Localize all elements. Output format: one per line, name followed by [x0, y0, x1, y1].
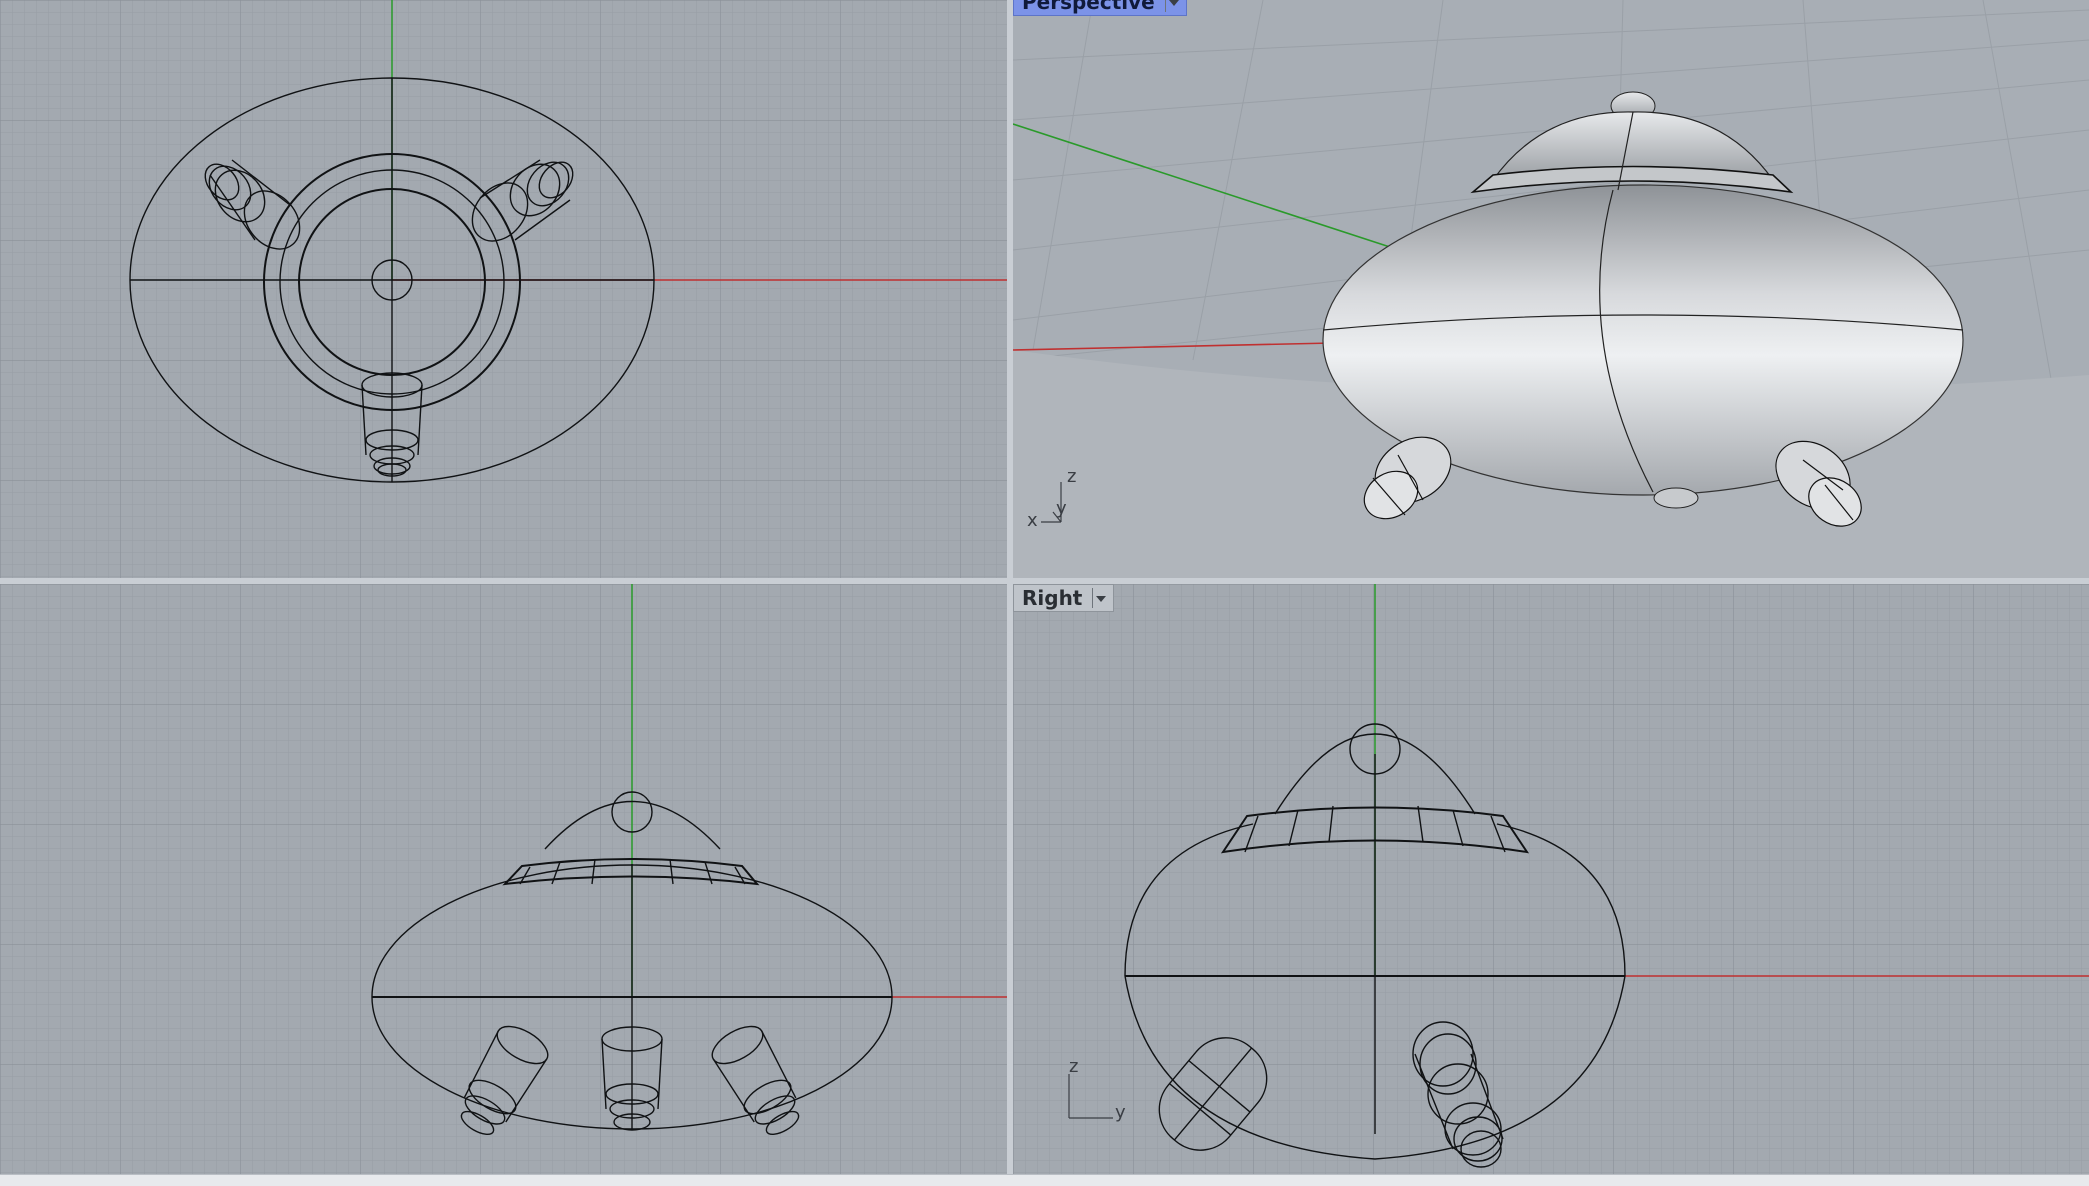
viewport-title-label: Right — [1022, 586, 1083, 610]
viewport-title-label: Perspective — [1022, 0, 1155, 14]
top-view-canvas[interactable] — [0, 0, 1007, 578]
viewport-title-right[interactable]: Right — [1013, 584, 1115, 612]
triad-y-label: y — [1115, 1102, 1126, 1123]
perspective-view-canvas[interactable]: z y x — [1013, 0, 2089, 578]
grid — [0, 584, 1007, 1174]
chevron-down-icon[interactable] — [1092, 588, 1107, 608]
triad-x-label: x — [1027, 510, 1038, 531]
y-axis-line — [1013, 123, 1394, 249]
status-bar — [0, 1174, 2089, 1186]
viewport-title-perspective[interactable]: Perspective — [1013, 0, 1187, 16]
triad-z-label: z — [1067, 466, 1076, 487]
grid — [1013, 584, 2089, 1174]
right-view-canvas[interactable]: z y — [1013, 584, 2089, 1174]
right-viewport[interactable]: z y Right — [1013, 584, 2089, 1174]
perspective-viewport[interactable]: z y x Perspective — [1013, 0, 2089, 578]
triad-z-label: z — [1069, 1056, 1078, 1077]
front-view-canvas[interactable] — [0, 584, 1007, 1174]
top-viewport[interactable] — [0, 0, 1007, 578]
triad-y-label: y — [1056, 498, 1067, 519]
chevron-down-icon[interactable] — [1164, 0, 1179, 12]
front-viewport[interactable] — [0, 584, 1007, 1174]
